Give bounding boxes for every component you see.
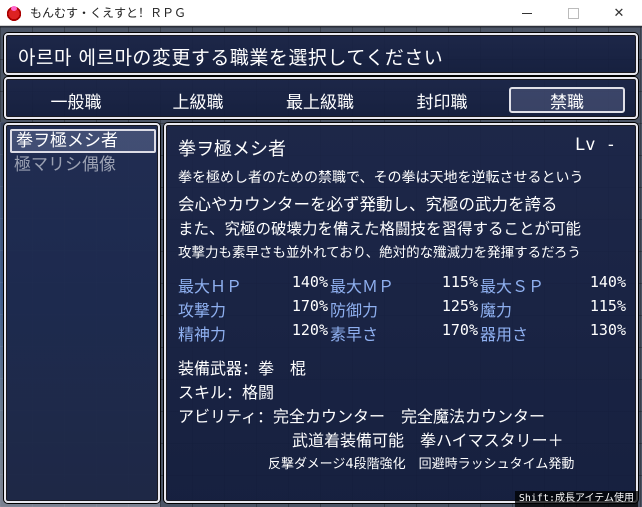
stat-label-max-mp: 最大ＭＰ — [330, 277, 395, 296]
stat-value-defense: 125% — [441, 297, 478, 315]
stat-value-magic: 115% — [589, 297, 626, 315]
job-detail-window: 拳ヲ極メシ者 Lv - 拳を極めし者のための禁職で、その拳は天地を逆転させるとい… — [164, 123, 638, 503]
stat-label-max-hp: 最大ＨＰ — [178, 277, 243, 296]
job-level: Lv - — [575, 135, 616, 155]
stat-row: 最大ＨＰ 140% 最大ＭＰ 115% 最大ＳＰ 140% — [178, 273, 628, 296]
stat-value-max-sp: 140% — [589, 273, 626, 291]
category-top-advanced[interactable]: 最上級職 — [262, 87, 378, 113]
app-icon — [6, 4, 22, 21]
stat-value-dexterity: 130% — [589, 321, 626, 339]
job-description-line: 攻撃力も素早さも並外れており、絶対的な殲滅力を発揮するだろう — [178, 245, 581, 261]
job-list-item[interactable]: 拳ヲ極メシ者 — [10, 129, 156, 153]
stat-row: 精神力 120% 素早さ 170% 器用さ 130% — [178, 321, 628, 344]
stat-label-speed: 素早さ — [330, 325, 379, 344]
category-window: 一般職 上級職 最上級職 封印職 禁職 — [4, 77, 638, 119]
window-title: もんむす・くえすと！ＲＰＧ — [30, 6, 187, 20]
stat-label-defense: 防御力 — [330, 301, 379, 320]
stat-value-speed: 170% — [441, 321, 478, 339]
help-window: 아르마 에르마の変更する職業を選択してください — [4, 33, 638, 75]
skill-text: スキル：格闘 — [178, 383, 275, 402]
job-list-item[interactable]: 極マリシ偶像 — [10, 153, 156, 177]
category-advanced[interactable]: 上級職 — [140, 87, 256, 113]
job-list-window: 拳ヲ極メシ者 極マリシ偶像 — [4, 123, 160, 503]
stat-label-magic: 魔力 — [480, 301, 513, 320]
category-forbidden[interactable]: 禁職 — [509, 87, 625, 113]
job-description-line: 会心やカウンターを必ず発動し、究極の武力を誇る — [178, 195, 558, 214]
job-name: 拳ヲ極メシ者 — [178, 139, 286, 160]
stat-label-spirit: 精神力 — [178, 325, 227, 344]
ability-text: アビリティ：完全カウンター 完全魔法カウンター — [178, 407, 546, 426]
window-titlebar: もんむす・くえすと！ＲＰＧ ✕ — [0, 0, 642, 26]
stat-value-max-hp: 140% — [291, 273, 328, 291]
ability-text: 武道着装備可能 拳ハイマスタリー＋ — [292, 431, 564, 450]
category-sealed[interactable]: 封印職 — [384, 87, 500, 113]
equipment-text: 装備武器：拳 棍 — [178, 359, 307, 378]
stat-value-max-mp: 115% — [441, 273, 478, 291]
stat-value-attack: 170% — [291, 297, 328, 315]
stat-label-max-sp: 最大ＳＰ — [480, 277, 545, 296]
job-description-line: 拳を極めし者のための禁職で、その拳は天地を逆転させるという — [178, 170, 584, 186]
shift-hint: Shift:成長アイテム使用 — [514, 491, 638, 507]
help-text: 아르마 에르마の変更する職業を選択してください — [18, 47, 444, 69]
stat-row: 攻撃力 170% 防御力 125% 魔力 115% — [178, 297, 628, 320]
stat-label-attack: 攻撃力 — [178, 301, 227, 320]
stat-label-dexterity: 器用さ — [480, 325, 529, 344]
job-description-line: また、究極の破壊力を備えた格闘技を習得することが可能 — [178, 220, 582, 238]
ability-text: 反撃ダメージ4段階強化 回避時ラッシュタイム発動 — [268, 457, 575, 472]
maximize-icon[interactable] — [550, 0, 596, 26]
category-general[interactable]: 一般職 — [18, 87, 134, 113]
stat-value-spirit: 120% — [291, 321, 328, 339]
close-icon[interactable]: ✕ — [596, 0, 642, 26]
game-screen: 아르마 에르마の変更する職業を選択してください 一般職 上級職 最上級職 封印職… — [0, 27, 642, 507]
minimize-icon[interactable] — [504, 0, 550, 26]
